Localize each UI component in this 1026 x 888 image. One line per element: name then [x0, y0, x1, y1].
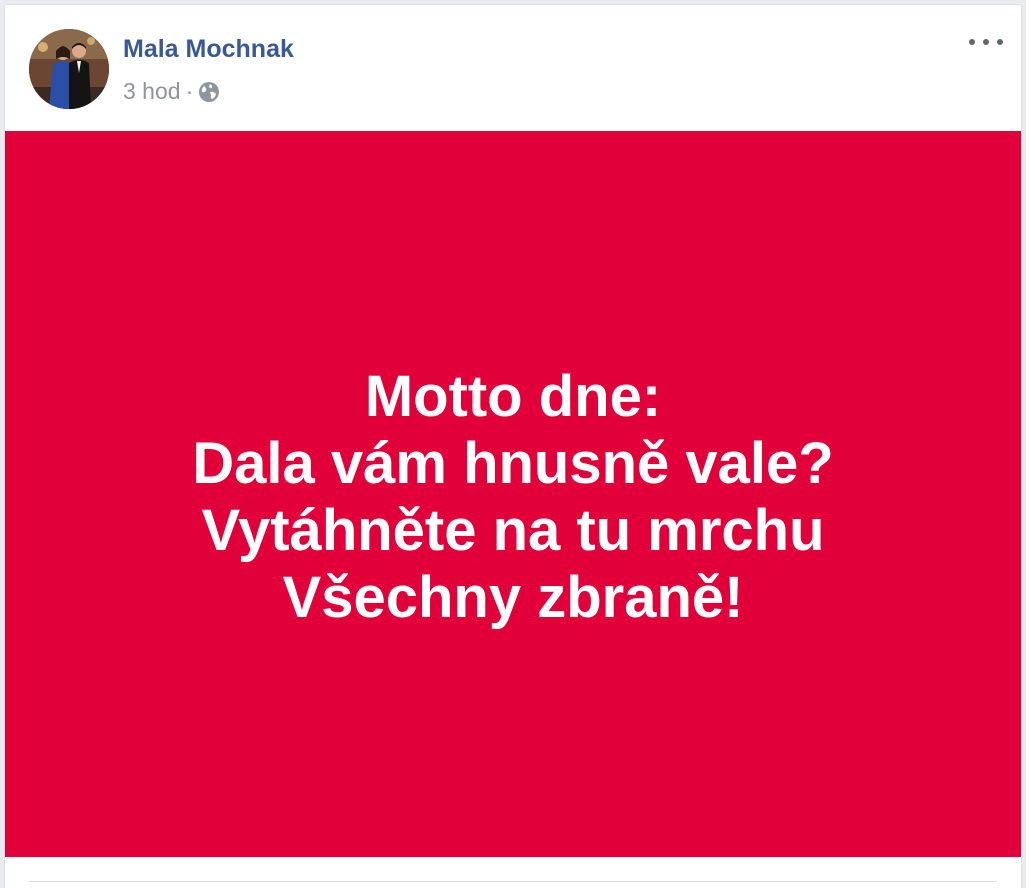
- divider: [29, 881, 997, 882]
- post-text: Motto dne: Dala vám hnusně vale? Vytáhně…: [192, 357, 833, 631]
- avatar[interactable]: [29, 29, 109, 109]
- author-name-link[interactable]: Mala Mochnak: [123, 35, 294, 64]
- post-meta: 3 hod ·: [123, 78, 220, 105]
- post-text-line: Všechny zbraně!: [282, 565, 744, 630]
- post-background: Motto dne: Dala vám hnusně vale? Vytáhně…: [5, 131, 1021, 857]
- profile-photo: [29, 29, 109, 109]
- more-options-icon[interactable]: [969, 31, 1003, 53]
- meta-separator: ·: [185, 78, 194, 104]
- post-card: Mala Mochnak 3 hod · Motto dne: Dala vám…: [4, 4, 1022, 888]
- post-text-line: Motto dne:: [364, 364, 662, 429]
- post-header: Mala Mochnak 3 hod ·: [5, 5, 1021, 131]
- globe-icon[interactable]: [198, 81, 220, 103]
- post-timestamp[interactable]: 3 hod: [123, 78, 181, 105]
- post-text-line: Vytáhněte na tu mrchu: [201, 498, 825, 563]
- post-text-line: Dala vám hnusně vale?: [192, 431, 834, 496]
